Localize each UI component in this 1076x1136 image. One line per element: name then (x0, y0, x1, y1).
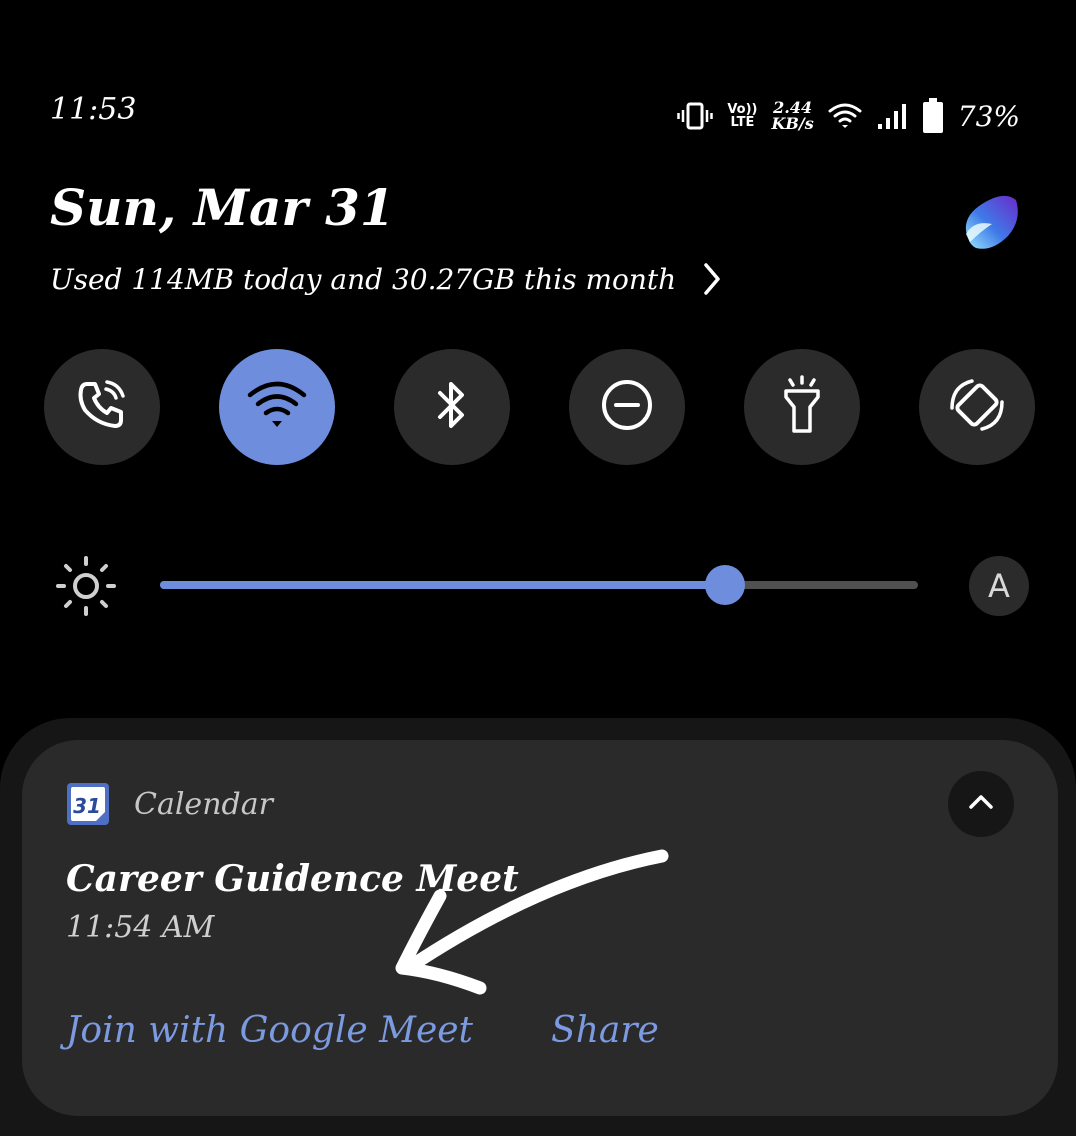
app-name: Calendar (134, 786, 273, 822)
tile-wifi-calling[interactable] (44, 349, 160, 465)
auto-rotate-icon (946, 374, 1008, 440)
tile-bluetooth[interactable] (394, 349, 510, 465)
bluetooth-icon (432, 377, 472, 437)
event-title: Career Guidence Meet (66, 858, 519, 900)
brightness-slider-thumb[interactable] (704, 565, 745, 605)
wifi-calling-icon (73, 376, 131, 438)
flashlight-icon (780, 375, 824, 439)
brightness-slider-fill (160, 581, 725, 589)
status-icons: Vo)) LTE 2.44 KB/s 73% (677, 96, 1020, 136)
brightness-control: A (56, 556, 1032, 616)
calendar-icon-number: 31 (73, 794, 101, 818)
calendar-icon: 31 (66, 782, 110, 826)
share-button[interactable]: Share (551, 1010, 659, 1051)
chevron-up-icon (968, 793, 994, 815)
auto-brightness-button[interactable]: A (969, 556, 1029, 616)
do-not-disturb-icon (599, 377, 655, 437)
wifi-icon (246, 377, 308, 437)
chevron-right-icon[interactable] (702, 262, 722, 296)
speed-unit: KB/s (771, 114, 814, 133)
brightness-icon (56, 556, 116, 616)
quick-settings-tiles (44, 349, 1036, 465)
battery-icon (922, 98, 944, 134)
vibrate-icon (677, 102, 714, 130)
signal-icon (876, 102, 908, 130)
data-usage-text: Used 114MB today and 30.27GB this month (50, 262, 677, 296)
brightness-slider[interactable] (160, 565, 918, 605)
volte-icon: Vo)) LTE (727, 103, 757, 129)
collapse-button[interactable] (948, 771, 1014, 837)
notification-actions: Join with Google Meet Share (66, 1010, 659, 1051)
date-label: Sun, Mar 31 (50, 178, 395, 237)
tile-auto-rotate[interactable] (919, 349, 1035, 465)
data-usage-row[interactable]: Used 114MB today and 30.27GB this month (50, 262, 722, 296)
status-time: 11:53 (50, 92, 137, 127)
notification-header: 31 Calendar (66, 782, 273, 826)
network-speed: 2.44 KB/s (771, 100, 813, 132)
calendar-notification[interactable]: 31 Calendar Career Guidence Meet 11:54 A… (22, 740, 1058, 1116)
tile-flashlight[interactable] (744, 349, 860, 465)
lte-label: LTE (730, 115, 755, 130)
account-avatar[interactable] (958, 190, 1022, 254)
event-time: 11:54 AM (66, 910, 215, 945)
tile-wifi[interactable] (219, 349, 335, 465)
tile-do-not-disturb[interactable] (569, 349, 685, 465)
wifi-icon (828, 101, 862, 131)
battery-percent: 73% (957, 99, 1020, 133)
join-google-meet-button[interactable]: Join with Google Meet (66, 1010, 473, 1051)
